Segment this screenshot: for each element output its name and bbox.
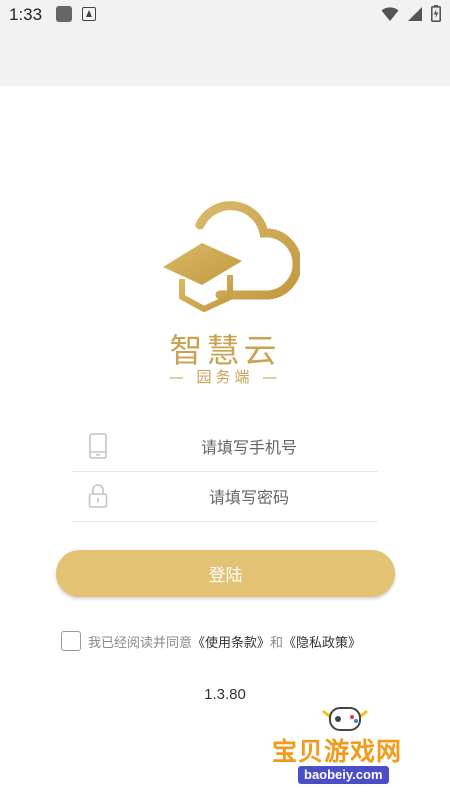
font-a-icon <box>82 7 96 21</box>
brand-name: 智慧云 <box>169 331 281 370</box>
app-version: 1.3.80 <box>204 686 246 703</box>
login-screen: 1:33 智慧云 — 园务端 — 请填写手机号 登陆 我已经阅读并同意 《使用条… <box>0 0 450 800</box>
agreement-checkbox[interactable] <box>61 631 81 651</box>
watermark: 宝贝游戏网 baobeiy.com <box>270 702 420 794</box>
agreement-conjunction: 和 <box>270 635 284 651</box>
logo-icon <box>163 201 300 312</box>
status-left-icons <box>56 6 96 22</box>
password-input[interactable] <box>134 480 364 514</box>
brand-subtitle: — 园务端 — <box>168 368 282 386</box>
phone-input[interactable] <box>134 430 364 464</box>
agreement-row: 我已经阅读并同意 《使用条款》 和 《隐私政策》 <box>61 630 361 652</box>
phone-field <box>72 422 378 472</box>
status-bar: 1:33 <box>0 0 450 86</box>
agreement-prefix: 我已经阅读并同意 <box>88 635 193 651</box>
privacy-link[interactable]: 《隐私政策》 <box>283 632 361 651</box>
wifi-icon <box>381 6 399 21</box>
battery-icon <box>431 5 441 22</box>
app-square-icon <box>56 6 72 22</box>
watermark-title: 宝贝游戏网 <box>272 737 403 766</box>
login-button[interactable]: 登陆 <box>56 550 395 597</box>
lock-icon <box>88 484 108 508</box>
watermark-url: baobeiy.com <box>298 766 389 784</box>
status-right-icons <box>381 5 441 22</box>
phone-icon <box>89 433 107 459</box>
password-field <box>72 472 378 522</box>
status-time: 1:33 <box>9 5 43 24</box>
signal-icon <box>408 6 422 21</box>
terms-link[interactable]: 《使用条款》 <box>192 632 270 651</box>
